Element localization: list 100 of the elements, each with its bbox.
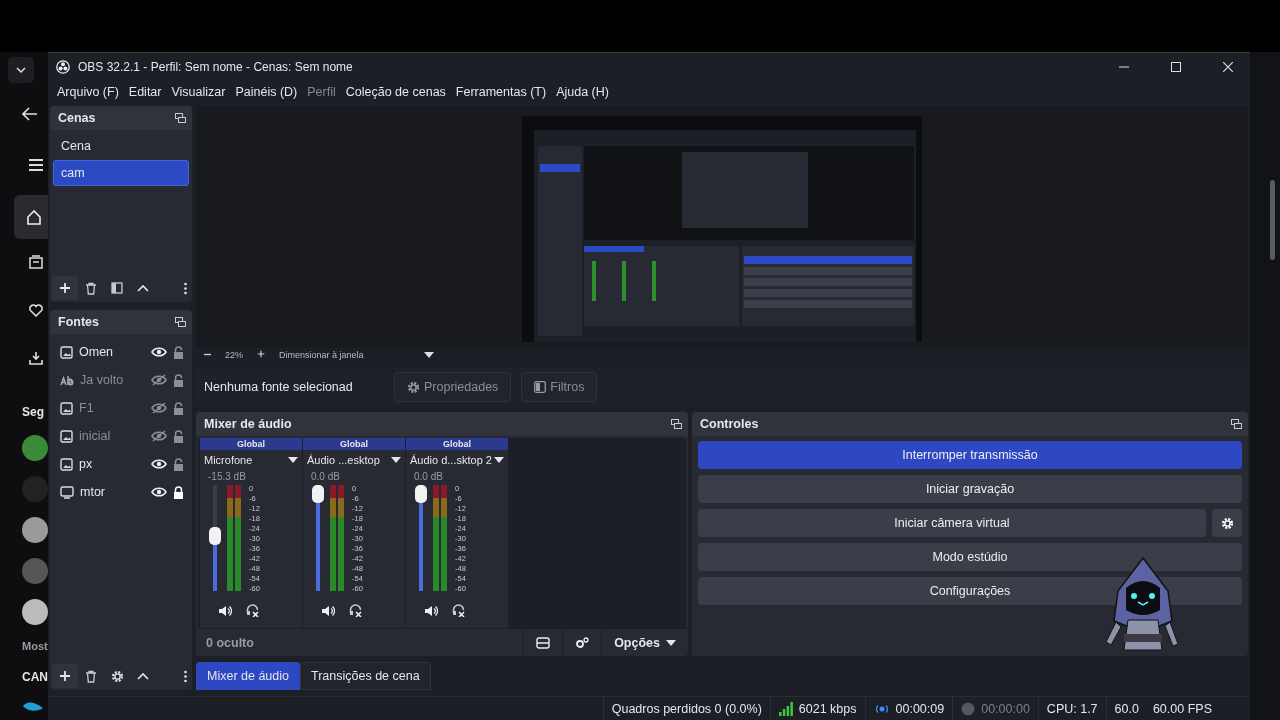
source-item[interactable]: px: [79, 457, 145, 471]
avatar[interactable]: [22, 599, 48, 625]
gear-icon: [407, 380, 420, 394]
chevron-down-icon: [16, 67, 26, 73]
channel-tag: Global: [406, 438, 508, 450]
eye-icon[interactable]: [151, 346, 167, 358]
channel-name-dropdown[interactable]: Áudio ...esktop: [303, 450, 405, 469]
menu-item[interactable]: Ajuda (H): [551, 85, 614, 99]
scene-item[interactable]: Cena: [53, 133, 189, 159]
more-icon: [183, 669, 187, 683]
headphone-off-icon: [452, 604, 465, 617]
section-heading: Seg: [22, 405, 44, 419]
gear-icon: [1220, 516, 1234, 530]
channel-tag: Global: [303, 438, 405, 450]
hidden-count: 0 oculto: [205, 635, 255, 650]
panel-title: Fontes: [58, 315, 99, 329]
recording-time: 00:00:00: [981, 701, 1030, 716]
options-button[interactable]: Opções: [601, 628, 688, 656]
lock-open-icon[interactable]: [173, 401, 184, 415]
panel-title: Cenas: [58, 111, 96, 125]
panel-title: Controles: [700, 417, 759, 431]
download-icon: [29, 351, 43, 365]
settings-button[interactable]: [1212, 509, 1242, 537]
minus-icon: [204, 351, 211, 358]
more-icon: [183, 281, 187, 295]
lock-open-icon[interactable]: [173, 345, 184, 359]
dropdown-button[interactable]: [8, 57, 34, 83]
dropped-frames: Quadros perdidos 0 (0.0%): [611, 701, 762, 716]
source-item[interactable]: Omen: [79, 345, 145, 359]
volume-reading: -15.3 dB: [207, 470, 247, 484]
source-item[interactable]: Ja volto: [80, 373, 145, 387]
lock-open-icon[interactable]: [173, 457, 184, 471]
window-title: OBS 32.2.1 - Perfil: Sem nome - Cenas: Sem nome: [78, 59, 353, 74]
lock-closed-icon[interactable]: [173, 485, 184, 499]
channel-name-dropdown[interactable]: Áudio d...sktop 2: [406, 450, 508, 469]
eye-slashed-icon[interactable]: [151, 402, 167, 414]
source-item[interactable]: inicial: [79, 429, 145, 443]
eye-icon[interactable]: [151, 486, 167, 498]
undock-icon: [175, 113, 186, 123]
scrollbar-thumb[interactable]: [1270, 180, 1275, 260]
caret-icon: [666, 639, 676, 646]
add-button[interactable]: [52, 276, 78, 300]
menu-item[interactable]: Painéis (D): [230, 85, 303, 99]
avatar[interactable]: [22, 517, 48, 543]
channel-name-dropdown[interactable]: Microfone: [200, 450, 302, 469]
undock-button[interactable]: [175, 317, 186, 327]
lock-open-icon[interactable]: [173, 429, 184, 443]
plus-icon: [257, 350, 265, 358]
control-button[interactable]: Configurações: [698, 577, 1242, 605]
lock-open-icon[interactable]: [173, 373, 184, 387]
headphone-off-icon: [246, 604, 259, 617]
control-button[interactable]: Interromper transmissão: [698, 441, 1242, 469]
monitor-icon: [60, 485, 74, 499]
trash-icon: [85, 281, 97, 295]
slider-thumb[interactable]: [209, 527, 221, 546]
undock-button[interactable]: [175, 113, 186, 123]
menu-item[interactable]: Arquivo (F): [52, 85, 124, 99]
source-item[interactable]: F1: [79, 401, 145, 415]
menu-item[interactable]: Coleção de cenas: [340, 85, 451, 99]
scene-item[interactable]: cam: [53, 160, 189, 186]
volume-reading: 0.0 dB: [413, 470, 444, 484]
show-more-link[interactable]: Most: [22, 640, 48, 652]
control-button[interactable]: Iniciar câmera virtual: [698, 509, 1206, 537]
dock-tab[interactable]: Mixer de áudio: [196, 662, 300, 690]
slider-thumb[interactable]: [312, 485, 324, 503]
chevron-up-icon: [137, 284, 149, 292]
control-button[interactable]: Modo estúdio: [698, 543, 1242, 571]
source-item[interactable]: mtor: [80, 485, 145, 499]
heart-icon: [29, 304, 43, 317]
control-button[interactable]: Iniciar gravação: [698, 475, 1242, 503]
undock-button[interactable]: [671, 419, 682, 429]
add-button[interactable]: [52, 664, 78, 688]
image-icon: [60, 401, 73, 415]
menu-item[interactable]: Ferramentas (T): [450, 85, 552, 99]
filter-icon: [534, 381, 547, 393]
eye-slashed-icon[interactable]: [151, 374, 167, 386]
undock-icon: [1231, 419, 1242, 429]
back-arrow-icon: [22, 107, 38, 121]
dock-tab[interactable]: Transições de cena: [300, 662, 431, 690]
calendar-icon: [29, 255, 43, 269]
eye-icon[interactable]: [151, 458, 167, 470]
avatar[interactable]: [22, 435, 48, 461]
home-button[interactable]: [14, 195, 48, 239]
home-icon: [26, 209, 42, 225]
text-icon: [60, 374, 74, 386]
obs-logo-icon: [56, 59, 70, 74]
zoom-in-button[interactable]: [257, 350, 265, 360]
undock-icon: [671, 419, 682, 429]
speaker-icon: [321, 605, 335, 617]
menu-item[interactable]: Visualizar: [166, 85, 231, 99]
slider-thumb[interactable]: [415, 485, 427, 503]
bird-icon: [22, 700, 44, 712]
image-icon: [60, 457, 73, 471]
section-heading: CAN: [22, 670, 48, 684]
scale-dropdown[interactable]: Dimensionar à janela: [279, 350, 434, 360]
menu-item[interactable]: Editar: [123, 85, 167, 99]
eye-slashed-icon[interactable]: [151, 430, 167, 442]
layout-icon: [536, 636, 551, 649]
cpu-usage: CPU: 1.7: [1046, 701, 1098, 716]
undock-button[interactable]: [1231, 419, 1242, 429]
